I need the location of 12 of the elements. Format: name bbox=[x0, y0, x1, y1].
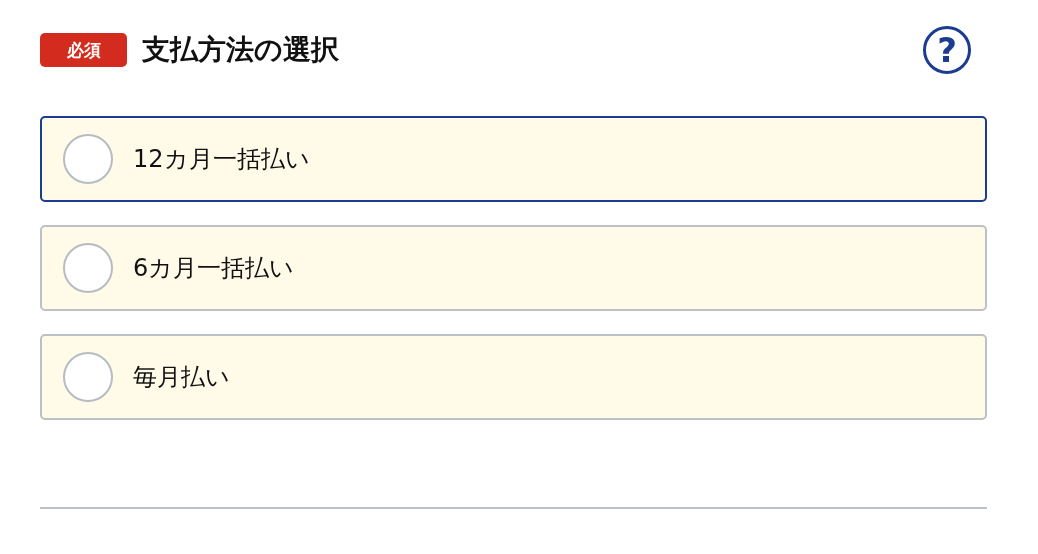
section-title: 支払方法の選択 bbox=[142, 32, 340, 68]
payment-option[interactable]: 12カ月一括払い bbox=[40, 116, 987, 202]
radio-button[interactable] bbox=[63, 352, 113, 402]
option-label: 12カ月一括払い bbox=[133, 144, 310, 175]
payment-option[interactable]: 6カ月一括払い bbox=[40, 225, 987, 311]
radio-button[interactable] bbox=[63, 243, 113, 293]
radio-button[interactable] bbox=[63, 134, 113, 184]
payment-option[interactable]: 毎月払い bbox=[40, 334, 987, 420]
option-label: 毎月払い bbox=[133, 362, 230, 393]
option-label: 6カ月一括払い bbox=[133, 253, 295, 284]
required-badge: 必須 bbox=[40, 33, 127, 67]
help-icon[interactable]: ? bbox=[923, 26, 971, 74]
